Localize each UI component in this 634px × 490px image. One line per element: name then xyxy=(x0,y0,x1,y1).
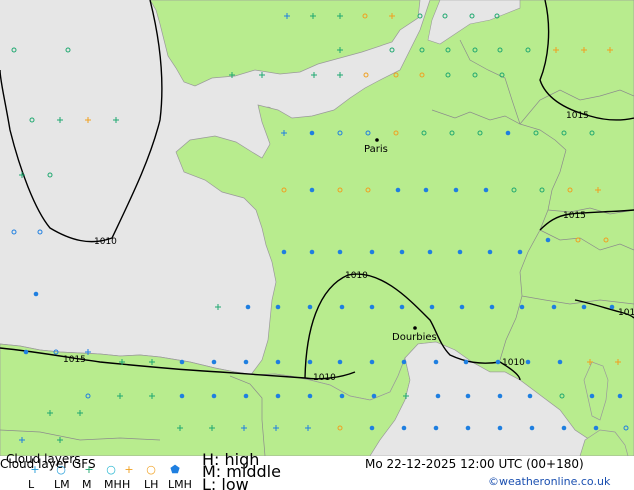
cloud-symbol-dot xyxy=(275,393,281,399)
cloud-symbol-dot xyxy=(309,249,315,255)
cloud-symbol-dot xyxy=(453,187,459,193)
cloud-symbol-dot xyxy=(275,359,281,365)
cloud-symbol-dot xyxy=(245,304,251,310)
legend-code-lh: LH xyxy=(144,478,159,490)
valid-time: Mo 22-12-2025 12:00 UTC (00+180) xyxy=(365,457,584,471)
cloud-symbol-dot xyxy=(489,304,495,310)
legend-code-lmh: LMH xyxy=(168,478,192,490)
cloud-symbol-dot xyxy=(275,304,281,310)
isobar-label: 1010 xyxy=(618,308,634,318)
cloud-symbol-dot xyxy=(557,359,563,365)
cloud-symbol-dot xyxy=(517,249,523,255)
cloud-symbol-dot xyxy=(581,304,587,310)
legend-symbol-mh-icon: ○ xyxy=(106,463,116,476)
cloud-symbol-dot xyxy=(427,249,433,255)
cloud-symbol-dot xyxy=(463,359,469,365)
cloud-symbol-dot xyxy=(551,304,557,310)
isobar-label: 1010 xyxy=(345,271,368,281)
legend-code-m: M xyxy=(82,478,92,490)
cloud-symbol-dot xyxy=(369,425,375,431)
cloud-symbol-dot xyxy=(307,304,313,310)
isobar-label: 1015 xyxy=(63,355,86,365)
cloud-symbol-dot xyxy=(401,425,407,431)
legend-low: L: low xyxy=(202,475,249,490)
cloud-symbol-dot xyxy=(519,304,525,310)
cloud-symbol-dot xyxy=(23,349,29,355)
cloud-symbol-dot xyxy=(309,130,315,136)
cloud-symbol-dot xyxy=(369,359,375,365)
cloud-symbol-dot xyxy=(369,304,375,310)
cloud-symbol-dot xyxy=(433,359,439,365)
map-root: 1010 1015 1010 1015 1010 1010 1015 1010 … xyxy=(0,0,634,490)
cloud-symbol-dot xyxy=(617,393,623,399)
city-label-paris: Paris xyxy=(364,144,388,155)
cloud-symbol-dot xyxy=(339,304,345,310)
cloud-symbol-dot xyxy=(487,249,493,255)
isobar-label: 1015 xyxy=(566,111,589,121)
cloud-symbol-dot xyxy=(505,130,511,136)
isobar-label: 1010 xyxy=(502,358,525,368)
weather-map: 1010 1015 1010 1015 1010 1010 1015 1010 … xyxy=(0,0,634,456)
cloud-symbol-dot xyxy=(609,304,615,310)
city-marker-dourbies xyxy=(413,326,417,330)
cloud-symbol-dot xyxy=(243,359,249,365)
cloud-symbol-dot xyxy=(429,304,435,310)
legend-code-l: L xyxy=(28,478,35,490)
cloud-symbol-dot xyxy=(529,425,535,431)
cloud-symbol-dot xyxy=(337,359,343,365)
legend-symbol-m-icon: + xyxy=(84,463,94,476)
city-label-dourbies: Dourbies xyxy=(392,332,437,343)
cloud-symbol-dot xyxy=(525,359,531,365)
cloud-symbol-dot xyxy=(423,187,429,193)
cloud-symbol-dot xyxy=(483,187,489,193)
cloud-symbol-dot xyxy=(211,393,217,399)
credit-link[interactable]: ©weatheronline.co.uk xyxy=(488,476,610,487)
cloud-symbol-dot xyxy=(497,393,503,399)
legend-symbol-lmh-icon: ⬟ xyxy=(170,463,180,476)
legend-symbol-h-icon: + xyxy=(124,463,134,476)
legend-symbol-l-icon: + xyxy=(30,463,40,476)
cloud-symbol-dot xyxy=(401,359,407,365)
cloud-symbol-dot xyxy=(459,304,465,310)
cloud-symbol-dot xyxy=(527,393,533,399)
cloud-symbol-dot xyxy=(307,359,313,365)
cloud-symbol-dot xyxy=(497,425,503,431)
cloud-symbol-dot xyxy=(495,359,501,365)
cloud-symbol-dot xyxy=(465,393,471,399)
cloud-symbol-dot xyxy=(211,359,217,365)
cloud-symbol-dot xyxy=(593,425,599,431)
city-marker-paris xyxy=(375,138,379,142)
legend-symbol-lh-icon: ○ xyxy=(146,463,156,476)
cloud-symbol-dot xyxy=(243,393,249,399)
legend-code-h: H xyxy=(122,478,131,490)
cloud-symbol-dot xyxy=(33,291,39,297)
cloud-symbol-dot xyxy=(399,249,405,255)
legend-symbol-lm-icon: ○ xyxy=(56,463,66,476)
legend-code-mh: MH xyxy=(104,478,122,490)
isobar-label: 1015 xyxy=(563,211,586,221)
cloud-symbol-dot xyxy=(339,393,345,399)
cloud-symbol-dot xyxy=(561,425,567,431)
map-subtitle: Cloud layer GFS xyxy=(0,457,96,471)
cloud-symbol-dot xyxy=(309,187,315,193)
cloud-symbol-dot xyxy=(281,249,287,255)
cloud-symbol-dot xyxy=(465,425,471,431)
cloud-symbol-dot xyxy=(371,393,377,399)
legend-code-lm: LM xyxy=(54,478,70,490)
cloud-symbol-dot xyxy=(369,249,375,255)
cloud-symbol-dot xyxy=(307,393,313,399)
cloud-symbol-dot xyxy=(179,393,185,399)
isobar-label: 1010 xyxy=(313,373,336,383)
cloud-symbol-dot xyxy=(399,304,405,310)
cloud-symbol-dot xyxy=(545,237,551,243)
cloud-symbol-dot xyxy=(435,393,441,399)
cloud-symbol-dot xyxy=(337,249,343,255)
cloud-symbol-dot xyxy=(179,359,185,365)
cloud-symbol-dot xyxy=(589,393,595,399)
isobar-label: 1010 xyxy=(94,237,117,247)
map-canvas: 1010 1015 1010 1015 1010 1010 1015 1010 … xyxy=(0,0,634,456)
cloud-symbol-dot xyxy=(457,249,463,255)
cloud-symbol-dot xyxy=(433,425,439,431)
cloud-symbol-dot xyxy=(395,187,401,193)
